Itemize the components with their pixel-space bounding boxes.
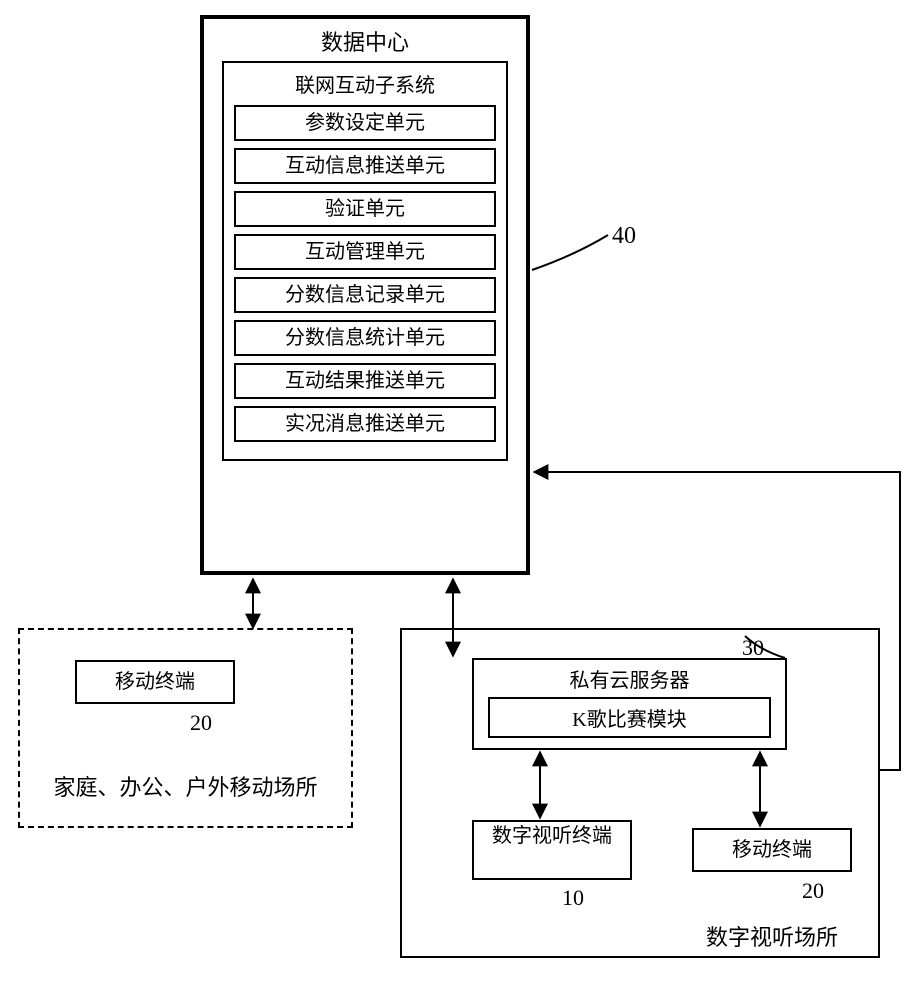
av-terminal-label: 数字视听终端 xyxy=(492,825,612,847)
av-terminal: 数字视听终端 xyxy=(472,820,632,880)
unit-manage: 互动管理单元 xyxy=(234,234,496,270)
private-cloud-server: 私有云服务器 K歌比赛模块 xyxy=(472,658,787,750)
unit-param: 参数设定单元 xyxy=(234,105,496,141)
label-40: 40 xyxy=(612,223,636,250)
home-box: 移动终端 20 家庭、办公、户外移动场所 xyxy=(18,628,353,828)
data-center-title: 数据中心 xyxy=(204,25,526,57)
venue-caption: 数字视听场所 xyxy=(706,920,838,952)
unit-live-push: 实况消息推送单元 xyxy=(234,406,496,442)
unit-info-push: 互动信息推送单元 xyxy=(234,148,496,184)
subsystem-box: 联网互动子系统 参数设定单元 互动信息推送单元 验证单元 互动管理单元 分数信息… xyxy=(222,61,508,461)
unit-result-push: 互动结果推送单元 xyxy=(234,363,496,399)
subsystem-title: 联网互动子系统 xyxy=(234,69,496,98)
unit-score-record: 分数信息记录单元 xyxy=(234,277,496,313)
mobile-terminal-right: 移动终端 xyxy=(692,828,852,872)
data-center-box: 数据中心 联网互动子系统 参数设定单元 互动信息推送单元 验证单元 互动管理单元… xyxy=(200,15,530,575)
k-module: K歌比赛模块 xyxy=(488,697,771,738)
mobile-terminal-left: 移动终端 xyxy=(75,660,235,704)
unit-score-stats: 分数信息统计单元 xyxy=(234,320,496,356)
venue-box: 30 私有云服务器 K歌比赛模块 数字视听终端 10 移动终端 20 数字视听场… xyxy=(400,628,880,958)
label-20-right: 20 xyxy=(802,878,824,904)
home-caption: 家庭、办公、户外移动场所 xyxy=(20,770,351,802)
label-10: 10 xyxy=(562,885,584,911)
unit-verify: 验证单元 xyxy=(234,191,496,227)
label-20-left: 20 xyxy=(190,710,212,736)
server-title: 私有云服务器 xyxy=(474,664,785,693)
